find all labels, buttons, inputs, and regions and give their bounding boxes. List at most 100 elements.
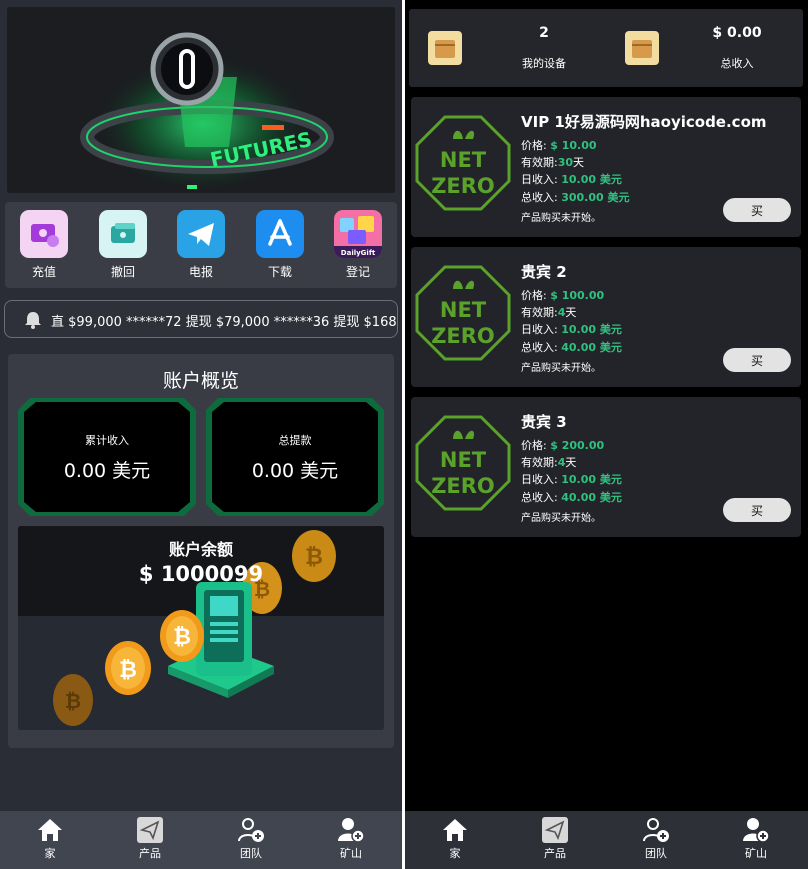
nav-mining[interactable]: 矿山 bbox=[321, 817, 381, 861]
devices-label: 我的设备 bbox=[522, 57, 566, 70]
add-user-solid-icon bbox=[338, 818, 365, 843]
buy-button[interactable]: 买 bbox=[723, 498, 791, 522]
withdraw-label: 撤回 bbox=[110, 265, 135, 279]
checkin-label: 登记 bbox=[345, 265, 370, 279]
deposit-icon bbox=[20, 210, 68, 258]
product-card: NET ZERO VIP 1好易源码网haoyicode.com 价格: $ 1… bbox=[411, 97, 801, 237]
cumulative-income-value: 0.00 美元 bbox=[63, 460, 151, 482]
cumulative-income-label: 累计收入 bbox=[85, 434, 129, 447]
price-row: 价格: $ 100.00 bbox=[521, 289, 605, 302]
account-balance-card: 账户余额 $ 1000099 ₿ ₿ ₿ ₿ ₿ bbox=[18, 526, 384, 730]
daily-checkin-button[interactable]: DailyGift 登记 bbox=[333, 210, 383, 280]
balance-value: $ 1000099 bbox=[138, 562, 264, 586]
app-store-icon bbox=[256, 210, 304, 258]
deposit-button[interactable]: 充值 bbox=[19, 210, 69, 280]
net-zero-logo: NET ZERO bbox=[415, 415, 511, 511]
products-screen: 2 我的设备 $ 0.00 总收入 NET ZERO VIP 1好易源码网hao… bbox=[405, 0, 808, 869]
net-zero-logo: NET ZERO bbox=[415, 115, 511, 211]
bell-icon bbox=[25, 312, 41, 329]
home-screen: FUTURES 充值 撤回 电报 下载 DailyGift 登记 直 $99,0… bbox=[0, 0, 402, 869]
summary-card: 2 我的设备 $ 0.00 总收入 bbox=[409, 9, 803, 87]
daily-income-row: 日收入: 10.00 美元 bbox=[521, 173, 622, 186]
bottom-nav: 家 产品 团队 矿山 bbox=[0, 811, 402, 869]
futures-banner: FUTURES bbox=[7, 7, 395, 193]
add-user-solid-icon bbox=[743, 818, 770, 843]
bottom-nav: 家 产品 团队 矿山 bbox=[405, 811, 808, 869]
nav-team[interactable]: 团队 bbox=[626, 817, 686, 861]
validity-row: 有效期:30天 bbox=[521, 156, 585, 169]
nav-mining-label: 矿山 bbox=[745, 847, 767, 860]
total-income-label: 总收入 bbox=[720, 57, 754, 70]
svg-text:₿: ₿ bbox=[119, 658, 137, 683]
nav-home-label: 家 bbox=[44, 847, 56, 860]
nav-mining[interactable]: 矿山 bbox=[726, 817, 786, 861]
product-card: NET ZERO 贵宾 2 价格: $ 100.00 有效期:4天 日收入: 1… bbox=[411, 247, 801, 387]
total-income-value: $ 0.00 bbox=[712, 25, 762, 41]
home-icon bbox=[443, 819, 467, 841]
telegram-label: 电报 bbox=[188, 265, 213, 279]
box-icon bbox=[428, 31, 462, 65]
buy-button[interactable]: 买 bbox=[723, 198, 791, 222]
balance-label: 账户余额 bbox=[168, 540, 233, 559]
validity-row: 有效期:4天 bbox=[521, 306, 577, 319]
total-income-row: 总收入: 300.00 美元 bbox=[521, 191, 630, 204]
devices-count: 2 bbox=[539, 25, 549, 41]
nav-mining-label: 矿山 bbox=[340, 847, 362, 860]
nav-home[interactable]: 家 bbox=[425, 817, 485, 861]
account-overview: 账户概览 累计收入 0.00 美元 总提款 0.00 美元 账户余额 $ 100… bbox=[8, 354, 394, 748]
nav-products-label: 产品 bbox=[544, 847, 566, 860]
net-zero-logo: NET ZERO bbox=[415, 265, 511, 361]
withdraw-button[interactable]: 撤回 bbox=[98, 210, 148, 280]
purchase-note: 产品购买未开始。 bbox=[521, 363, 601, 374]
product-card: NET ZERO 贵宾 3 价格: $ 200.00 有效期:4天 日收入: 1… bbox=[411, 397, 801, 537]
overview-title: 账户概览 bbox=[162, 370, 239, 392]
total-income-row: 总收入: 40.00 美元 bbox=[521, 491, 622, 504]
price-row: 价格: $ 200.00 bbox=[521, 439, 605, 452]
total-withdrawal-label: 总提款 bbox=[278, 434, 312, 447]
futures-logo-art: FUTURES bbox=[7, 7, 395, 193]
nav-home[interactable]: 家 bbox=[20, 817, 80, 861]
telegram-icon bbox=[177, 210, 225, 258]
product-title: 贵宾 2 bbox=[521, 263, 567, 281]
deposit-label: 充值 bbox=[31, 265, 56, 279]
purchase-note: 产品购买未开始。 bbox=[521, 513, 601, 524]
add-user-icon bbox=[643, 818, 669, 842]
product-title: 贵宾 3 bbox=[521, 413, 567, 431]
nav-team-label: 团队 bbox=[645, 847, 667, 860]
download-label: 下载 bbox=[267, 265, 292, 279]
bitcoin-coin: ₿ bbox=[160, 610, 204, 662]
bitcoin-coin: ₿ bbox=[53, 674, 93, 726]
product-title: VIP 1好易源码网haoyicode.com bbox=[521, 113, 767, 131]
svg-text:NET: NET bbox=[440, 448, 487, 472]
nav-products[interactable]: 产品 bbox=[525, 817, 585, 861]
total-withdrawal-card: 总提款 0.00 美元 bbox=[206, 398, 384, 516]
paper-plane-icon bbox=[137, 817, 163, 843]
telegram-button[interactable]: 电报 bbox=[176, 210, 226, 280]
nav-team-label: 团队 bbox=[240, 847, 262, 860]
total-withdrawal-value: 0.00 美元 bbox=[251, 460, 339, 482]
svg-text:ZERO: ZERO bbox=[431, 474, 495, 498]
validity-row: 有效期:4天 bbox=[521, 456, 577, 469]
svg-text:ZERO: ZERO bbox=[431, 324, 495, 348]
add-user-icon bbox=[238, 818, 264, 842]
svg-text:NET: NET bbox=[440, 148, 487, 172]
total-income-row: 总收入: 40.00 美元 bbox=[521, 341, 622, 354]
cumulative-income-card: 累计收入 0.00 美元 bbox=[18, 398, 196, 516]
ticker-text: 直 $99,000 ******72 提现 $79,000 ******36 提… bbox=[51, 315, 398, 330]
home-icon bbox=[38, 819, 62, 841]
box-icon bbox=[625, 31, 659, 65]
daily-gift-badge: DailyGift bbox=[340, 249, 376, 257]
purchase-note: 产品购买未开始。 bbox=[521, 213, 601, 224]
svg-text:₿: ₿ bbox=[173, 625, 191, 650]
nav-products[interactable]: 产品 bbox=[120, 817, 180, 861]
withdraw-icon bbox=[99, 210, 147, 258]
daily-income-row: 日收入: 10.00 美元 bbox=[521, 323, 622, 336]
buy-button[interactable]: 买 bbox=[723, 348, 791, 372]
daily-income-row: 日收入: 10.00 美元 bbox=[521, 473, 622, 486]
nav-home-label: 家 bbox=[449, 847, 461, 860]
nav-team[interactable]: 团队 bbox=[221, 817, 281, 861]
bitcoin-coin: ₿ bbox=[105, 641, 151, 695]
announcement-ticker[interactable]: 直 $99,000 ******72 提现 $79,000 ******36 提… bbox=[4, 300, 398, 338]
download-button[interactable]: 下载 bbox=[255, 210, 305, 280]
svg-text:ZERO: ZERO bbox=[431, 174, 495, 198]
